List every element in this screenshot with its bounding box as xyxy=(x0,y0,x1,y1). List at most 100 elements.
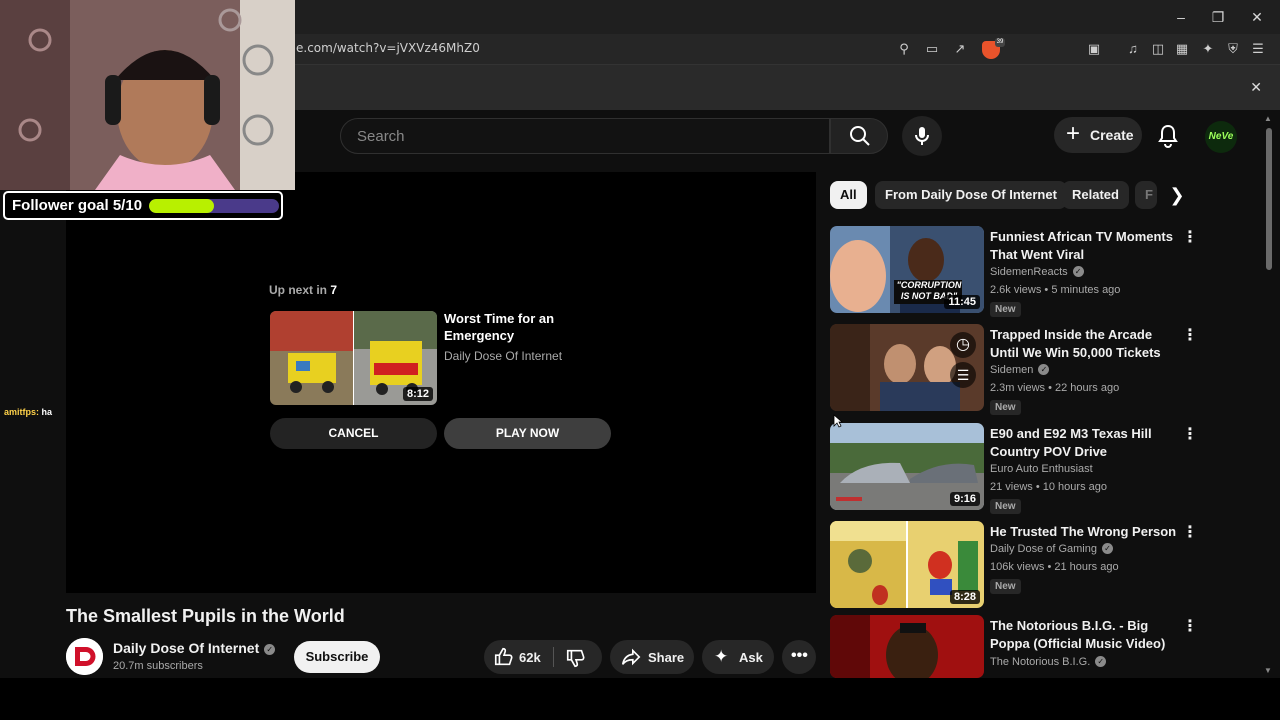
chip-related[interactable]: Related xyxy=(1062,181,1129,209)
scrollbar-thumb[interactable] xyxy=(1266,128,1272,270)
create-label: Create xyxy=(1090,127,1134,143)
verified-icon: ✓ xyxy=(1095,656,1107,667)
dislike-icon[interactable] xyxy=(565,647,587,669)
up-next-thumbnail[interactable]: 8:12 xyxy=(270,311,437,405)
subscribe-button[interactable]: Subscribe xyxy=(294,641,380,673)
recommendation-item[interactable]: ◷ ☰ Trapped Inside the Arcade Until We W… xyxy=(830,324,1210,415)
kebab-menu-icon[interactable]: ⋮ xyxy=(1182,228,1198,248)
microphone-icon xyxy=(915,127,929,145)
scroll-up-icon[interactable]: ▲ xyxy=(1264,114,1272,123)
recommendation-title[interactable]: Trapped Inside the Arcade Until We Win 5… xyxy=(990,326,1180,362)
cancel-autoplay-button[interactable]: CANCEL xyxy=(270,418,437,449)
search-icon xyxy=(850,126,870,146)
chevron-right-icon[interactable]: ❯ xyxy=(1162,180,1192,210)
wallet-icon[interactable]: ▦ xyxy=(1173,40,1191,58)
kebab-menu-icon[interactable]: ⋮ xyxy=(1182,617,1198,637)
chip-from-channel[interactable]: From Daily Dose Of Internet xyxy=(875,181,1067,209)
chat-user: amitfps: xyxy=(4,407,40,417)
screenshot-icon[interactable]: ▣ xyxy=(1085,40,1103,58)
share-button[interactable]: Share xyxy=(610,640,694,674)
up-next-duration: 8:12 xyxy=(402,387,433,401)
recommendation-title[interactable]: The Notorious B.I.G. - Big Poppa (Offici… xyxy=(990,617,1180,653)
video-duration: 9:16 xyxy=(949,492,980,506)
scroll-down-icon[interactable]: ▼ xyxy=(1264,666,1272,675)
menu-icon[interactable]: ☰ xyxy=(1249,40,1267,58)
search-button[interactable] xyxy=(830,118,888,154)
up-next-seconds: 7 xyxy=(330,283,338,297)
recommendation-title[interactable]: E90 and E92 M3 Texas Hill Country POV Dr… xyxy=(990,425,1180,461)
recommendation-title[interactable]: Funniest African TV Moments That Went Vi… xyxy=(990,228,1180,264)
recommendation-title[interactable]: He Trusted The Wrong Person xyxy=(990,523,1180,541)
kebab-menu-icon[interactable]: ⋮ xyxy=(1182,523,1198,543)
play-now-button[interactable]: PLAY NOW xyxy=(444,418,611,449)
close-window-icon[interactable]: ✕ xyxy=(1246,6,1268,28)
channel-name-text: Daily Dose Of Internet xyxy=(113,640,260,656)
verified-icon: ✓ xyxy=(1072,266,1084,277)
channel-text: Daily Dose of Gaming xyxy=(990,543,1097,555)
ask-button[interactable]: ✦ Ask xyxy=(702,640,774,674)
share-label: Share xyxy=(648,650,685,665)
voice-search-button[interactable] xyxy=(902,116,942,156)
share-page-icon[interactable]: ↗ xyxy=(951,40,969,58)
channel-name[interactable]: Daily Dose Of Internet ✓ xyxy=(113,640,276,656)
share-icon xyxy=(621,648,641,666)
recommendation-meta: 21 views • 10 hours ago xyxy=(990,481,1107,493)
watch-later-icon[interactable]: ◷ xyxy=(950,332,976,358)
notifications-bell-icon[interactable] xyxy=(1156,123,1180,149)
up-next-title[interactable]: Worst Time for an Emergency xyxy=(444,310,604,344)
search-input[interactable]: Search xyxy=(340,118,830,154)
sidebar-icon[interactable]: ◫ xyxy=(1149,40,1167,58)
up-next-channel: Daily Dose Of Internet xyxy=(444,349,563,363)
recommendation-channel: The Notorious B.I.G. ✓ xyxy=(990,656,1107,668)
thumbnail-image xyxy=(830,615,984,678)
account-avatar[interactable]: NeVe xyxy=(1205,121,1237,153)
channel-text: SidemenReacts xyxy=(990,266,1068,278)
recommendation-thumbnail[interactable]: 9:16 xyxy=(830,423,984,510)
chip-all[interactable]: All xyxy=(830,181,867,209)
minimize-icon[interactable]: – xyxy=(1170,6,1192,28)
media-icon[interactable]: ♫ xyxy=(1124,40,1142,58)
like-divider xyxy=(553,647,554,667)
chat-text: ha xyxy=(41,407,53,417)
webcam-image xyxy=(0,0,295,190)
ask-label: Ask xyxy=(739,650,763,665)
more-actions-button[interactable]: ••• xyxy=(782,640,816,674)
verified-icon: ✓ xyxy=(1102,543,1113,554)
recommendation-meta: 2.3m views • 22 hours ago xyxy=(990,382,1120,394)
channel-avatar[interactable] xyxy=(66,638,103,675)
kebab-menu-icon[interactable]: ⋮ xyxy=(1182,326,1198,346)
add-to-queue-icon[interactable]: ☰ xyxy=(950,362,976,388)
new-badge: New xyxy=(990,302,1021,317)
close-icon[interactable]: ✕ xyxy=(1250,79,1262,96)
recommendation-channel: Euro Auto Enthusiast xyxy=(990,463,1093,475)
video-player[interactable] xyxy=(66,172,816,593)
vpn-icon[interactable]: ⛨ xyxy=(1224,40,1242,58)
follower-goal-widget: Follower goal 5/10 xyxy=(3,191,283,220)
url-text[interactable]: e.com/watch?v=jVXVz46MhZ0 xyxy=(296,41,480,55)
recommendation-item[interactable]: 9:16 E90 and E92 M3 Texas Hill Country P… xyxy=(830,423,1210,514)
kebab-menu-icon[interactable]: ⋮ xyxy=(1182,425,1198,445)
recommendation-thumbnail[interactable]: 8:28 xyxy=(830,521,984,608)
verified-icon: ✓ xyxy=(1038,364,1050,375)
recommendation-thumbnail[interactable] xyxy=(830,615,984,678)
chip-partial[interactable]: F xyxy=(1135,181,1157,209)
cast-icon[interactable]: ▭ xyxy=(923,40,941,58)
channel-logo-icon xyxy=(66,638,103,675)
verified-icon: ✓ xyxy=(264,644,276,655)
recommendation-item[interactable]: "CORRUPTION IS NOT BAD" 11:45 Funniest A… xyxy=(830,226,1210,317)
recommendation-thumbnail[interactable]: ◷ ☰ xyxy=(830,324,984,411)
up-next-prefix: Up next in xyxy=(269,283,328,297)
leo-icon[interactable]: ✦ xyxy=(1199,40,1217,58)
recommendation-item[interactable]: 8:28 He Trusted The Wrong Person Daily D… xyxy=(830,521,1210,611)
like-dislike-group: 62k xyxy=(484,640,602,674)
like-icon[interactable] xyxy=(493,646,515,668)
mouse-cursor-icon xyxy=(833,414,843,428)
plus-icon: + xyxy=(1066,120,1081,147)
like-count[interactable]: 62k xyxy=(519,650,541,665)
recommendation-meta: 106k views • 21 hours ago xyxy=(990,561,1119,573)
create-button[interactable]: + Create xyxy=(1054,117,1142,153)
restore-icon[interactable]: ❐ xyxy=(1207,6,1229,28)
zoom-icon[interactable]: ⚲ xyxy=(895,40,913,58)
more-icon: ••• xyxy=(791,647,808,664)
recommendation-thumbnail[interactable]: "CORRUPTION IS NOT BAD" 11:45 xyxy=(830,226,984,313)
